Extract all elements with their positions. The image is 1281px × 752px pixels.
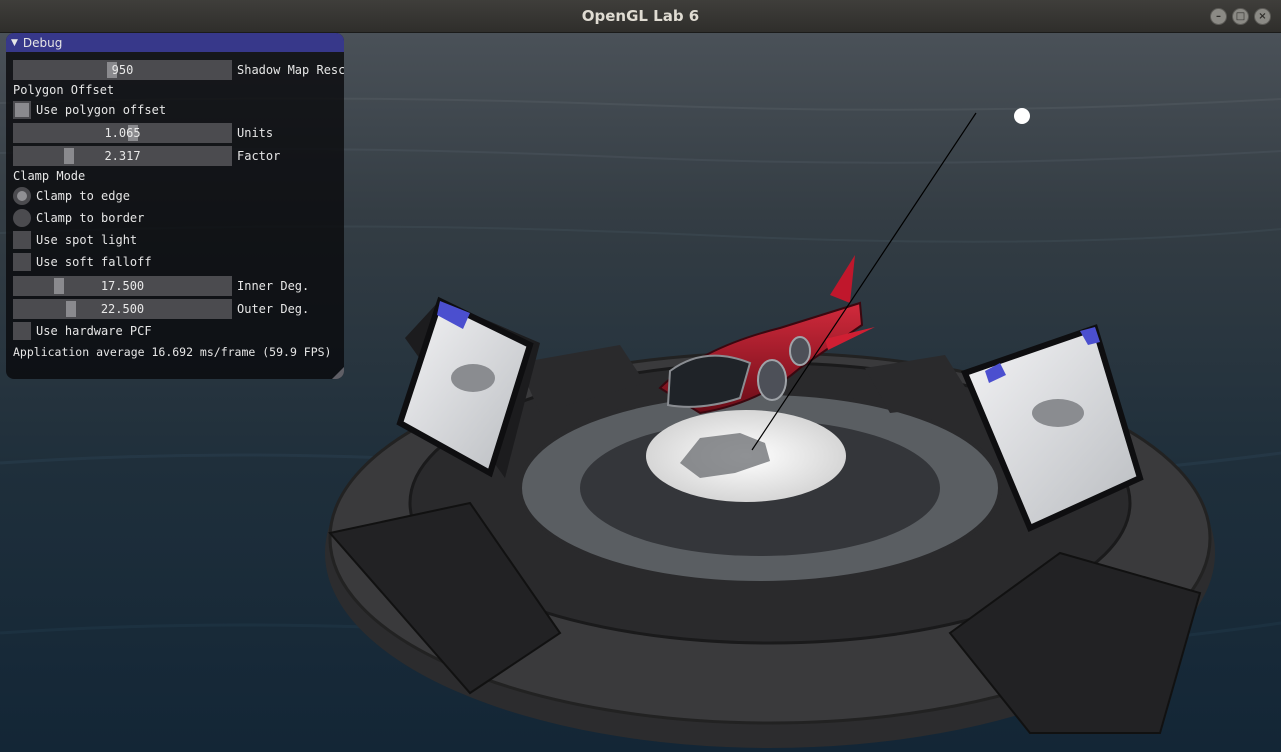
use-soft-falloff-checkbox[interactable] bbox=[13, 253, 31, 271]
clamp-to-border-radio[interactable] bbox=[13, 209, 31, 227]
shadow-map-res-slider[interactable]: 950 bbox=[13, 60, 232, 80]
polygon-offset-header: Polygon Offset bbox=[13, 83, 115, 97]
clamp-to-border-row[interactable]: Clamp to border bbox=[13, 208, 144, 228]
landing-pad bbox=[646, 410, 846, 502]
resize-grip-icon[interactable] bbox=[332, 367, 344, 379]
outer-deg-row: 22.500 Outer Deg. bbox=[13, 299, 309, 319]
use-polygon-offset-row[interactable]: Use polygon offset bbox=[13, 100, 166, 120]
shadow-map-res-label: Shadow Map Resc bbox=[237, 63, 344, 77]
debug-window-title: Debug bbox=[22, 35, 63, 50]
outer-deg-value: 22.500 bbox=[100, 302, 145, 316]
use-soft-falloff-row[interactable]: Use soft falloff bbox=[13, 252, 152, 272]
clamp-to-edge-label: Clamp to edge bbox=[36, 189, 130, 203]
outer-deg-label: Outer Deg. bbox=[237, 302, 310, 316]
window-titlebar[interactable]: OpenGL Lab 6 – □ × bbox=[0, 0, 1281, 33]
use-polygon-offset-label: Use polygon offset bbox=[36, 103, 167, 117]
factor-label: Factor bbox=[237, 149, 281, 163]
units-row: 1.065 Units bbox=[13, 123, 273, 143]
checkmark bbox=[15, 103, 29, 117]
fps-text: Application average 16.692 ms/frame (59.… bbox=[13, 345, 332, 359]
use-polygon-offset-checkbox[interactable] bbox=[13, 101, 31, 119]
use-hardware-pcf-label: Use hardware PCF bbox=[36, 324, 152, 338]
debug-window[interactable]: ▼ Debug 950 Shadow Map Resc Polygon Offs… bbox=[6, 33, 344, 379]
factor-slider[interactable]: 2.317 bbox=[13, 146, 232, 166]
maximize-button[interactable]: □ bbox=[1232, 8, 1249, 25]
outer-deg-slider[interactable]: 22.500 bbox=[13, 299, 232, 319]
clamp-to-border-label: Clamp to border bbox=[36, 211, 145, 225]
slider-grab[interactable] bbox=[53, 278, 64, 294]
window-title: OpenGL Lab 6 bbox=[581, 7, 700, 25]
units-value: 1.065 bbox=[104, 126, 141, 140]
use-soft-falloff-label: Use soft falloff bbox=[36, 255, 152, 269]
shadow-map-res-value: 950 bbox=[111, 63, 134, 77]
close-button[interactable]: × bbox=[1254, 8, 1271, 25]
factor-row: 2.317 Factor bbox=[13, 146, 280, 166]
collapse-arrow-icon[interactable]: ▼ bbox=[11, 38, 18, 48]
use-spot-light-row[interactable]: Use spot light bbox=[13, 230, 137, 250]
debug-window-header[interactable]: ▼ Debug bbox=[6, 33, 344, 52]
clamp-to-edge-row[interactable]: Clamp to edge bbox=[13, 186, 130, 206]
units-label: Units bbox=[237, 126, 274, 140]
units-slider[interactable]: 1.065 bbox=[13, 123, 232, 143]
shadow-map-res-row: 950 Shadow Map Resc bbox=[13, 60, 344, 80]
use-hardware-pcf-checkbox[interactable] bbox=[13, 322, 31, 340]
minimize-button[interactable]: – bbox=[1210, 8, 1227, 25]
radio-dot bbox=[17, 191, 27, 201]
use-hardware-pcf-row[interactable]: Use hardware PCF bbox=[13, 321, 152, 341]
inner-deg-row: 17.500 Inner Deg. bbox=[13, 276, 309, 296]
slider-grab[interactable] bbox=[64, 148, 75, 164]
slider-grab[interactable] bbox=[66, 301, 77, 317]
use-spot-light-label: Use spot light bbox=[36, 233, 138, 247]
inner-deg-label: Inner Deg. bbox=[237, 279, 310, 293]
use-spot-light-checkbox[interactable] bbox=[13, 231, 31, 249]
inner-deg-value: 17.500 bbox=[100, 279, 145, 293]
inner-deg-slider[interactable]: 17.500 bbox=[13, 276, 232, 296]
clamp-to-edge-radio[interactable] bbox=[13, 187, 31, 205]
factor-value: 2.317 bbox=[104, 149, 141, 163]
clamp-mode-header: Clamp Mode bbox=[13, 169, 86, 183]
